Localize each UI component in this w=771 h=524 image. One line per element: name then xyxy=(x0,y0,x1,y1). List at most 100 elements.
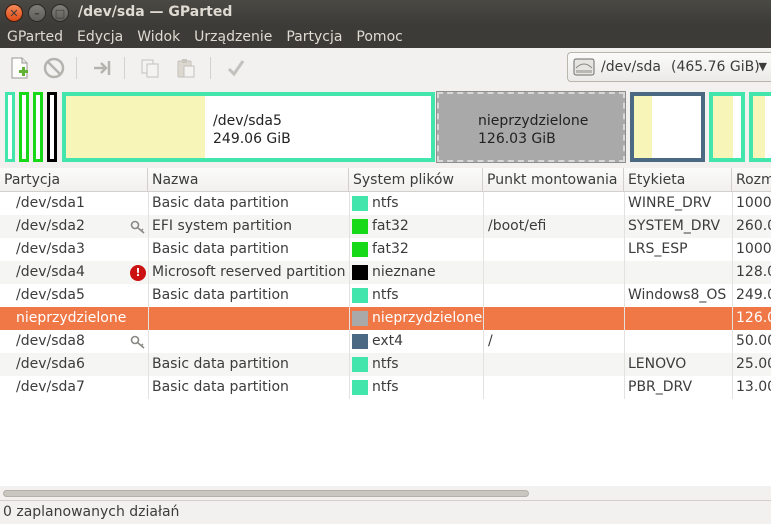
resize-move-icon xyxy=(94,61,111,75)
menu-bar: GParted Edycja Widok Urządzenie Partycja… xyxy=(0,26,771,48)
map-segment-sda2[interactable] xyxy=(19,92,29,162)
map-sda5-size: 249.06 GiB xyxy=(213,131,291,147)
cell-partition: /dev/sda5 xyxy=(16,287,85,303)
map-segment-sda1[interactable] xyxy=(5,92,15,162)
table-row[interactable]: /dev/sda7 Basic data partition ntfs PBR_DRV… xyxy=(0,376,771,399)
map-segment-sda5[interactable]: /dev/sda5 249.06 GiB xyxy=(62,92,435,162)
cell-name: Basic data partition xyxy=(152,356,289,372)
column-header-size[interactable]: Rozmiar xyxy=(732,168,771,192)
cell-size: 126.03 GiB xyxy=(736,310,771,326)
cell-size: 260.00 MiB xyxy=(736,218,771,234)
menu-device[interactable]: Urządzenie xyxy=(187,26,279,48)
status-bar: 0 zaplanowanych działań xyxy=(0,500,771,524)
partition-table: Partycja Nazwa System plików Punkt monto… xyxy=(0,168,771,486)
column-header-mountpoint[interactable]: Punkt montowania xyxy=(483,168,624,192)
maximize-window-button[interactable]: □ xyxy=(51,4,69,22)
apply-button[interactable] xyxy=(222,54,250,82)
cell-mountpoint xyxy=(488,261,623,284)
table-row[interactable]: /dev/sda6 Basic data partition ntfs LENOVO 2… xyxy=(0,353,771,376)
filesystem-color-swatch xyxy=(352,334,368,349)
paste-button[interactable] xyxy=(172,54,200,82)
used-space-bar xyxy=(66,96,205,158)
filesystem-color-swatch xyxy=(352,288,368,303)
cell-filesystem: fat32 xyxy=(372,218,409,234)
table-row[interactable]: /dev/sda4! Microsoft reserved partition ni… xyxy=(0,261,771,284)
map-segment-sda8[interactable] xyxy=(630,92,705,162)
cell-partition: /dev/sda8 xyxy=(16,333,85,349)
used-space-bar xyxy=(634,96,652,158)
menu-help[interactable]: Pomoc xyxy=(349,26,409,48)
menu-gparted[interactable]: GParted xyxy=(0,26,70,48)
cell-mountpoint: / xyxy=(488,333,493,349)
cell-filesystem: ntfs xyxy=(372,287,399,303)
cell-filesystem: ntfs xyxy=(372,356,399,372)
table-row[interactable]: /dev/sda8 ext4 / 50.00 GiB xyxy=(0,330,771,353)
table-row[interactable]: nieprzydzielone nieprzydzielone 126.03 GiB xyxy=(0,307,771,330)
cell-label: LRS_ESP xyxy=(628,241,688,257)
used-space-bar xyxy=(753,96,765,158)
map-unallocated-name: nieprzydzielone xyxy=(478,113,589,129)
map-segment-sda4[interactable] xyxy=(47,92,57,162)
map-segment-sda7[interactable] xyxy=(749,92,771,162)
new-partition-button[interactable] xyxy=(6,54,34,82)
column-header-name[interactable]: Nazwa xyxy=(148,168,349,192)
map-segment-sda3[interactable] xyxy=(33,92,43,162)
cell-name: Basic data partition xyxy=(152,379,289,395)
table-row[interactable]: /dev/sda2 EFI system partition fat32/boot/… xyxy=(0,215,771,238)
partition-map: /dev/sda5 249.06 GiB nieprzydzielone 126… xyxy=(0,88,771,166)
new-partition-icon xyxy=(11,57,28,79)
cell-label: Windows8_OS xyxy=(628,287,727,303)
cell-filesystem: ntfs xyxy=(372,195,399,211)
cell-label: WINRE_DRV xyxy=(628,195,712,211)
key-icon xyxy=(130,220,145,234)
cell-name: Basic data partition xyxy=(152,241,289,257)
map-segment-sda6[interactable] xyxy=(709,92,745,162)
copy-button[interactable] xyxy=(136,54,164,82)
close-icon: ✕ xyxy=(9,6,19,20)
delete-icon xyxy=(43,57,65,79)
map-sda5-name: /dev/sda5 xyxy=(213,113,282,129)
cell-mountpoint xyxy=(488,307,623,330)
delete-button[interactable] xyxy=(40,54,68,82)
column-divider xyxy=(148,192,149,399)
menu-edit[interactable]: Edycja xyxy=(70,26,130,48)
table-row[interactable]: /dev/sda5 Basic data partition ntfs Windows… xyxy=(0,284,771,307)
minimize-window-button[interactable]: – xyxy=(28,4,46,22)
map-segment-unallocated[interactable]: nieprzydzielone 126.03 GiB xyxy=(436,91,626,163)
menu-view[interactable]: Widok xyxy=(130,26,187,48)
column-header-label[interactable]: Etykieta xyxy=(624,168,732,192)
map-label-sda5: /dev/sda5 249.06 GiB xyxy=(213,112,291,148)
cell-partition: /dev/sda2 xyxy=(16,218,85,234)
cell-name xyxy=(152,307,349,330)
maximize-icon: □ xyxy=(54,6,66,20)
cell-partition: /dev/sda3 xyxy=(16,241,85,257)
cell-name: Basic data partition xyxy=(152,287,289,303)
title-bar: ✕ – □ /dev/sda — GParted xyxy=(0,0,771,26)
filesystem-color-swatch xyxy=(352,242,368,257)
table-row[interactable]: /dev/sda3 Basic data partition fat32 LRS_ES… xyxy=(0,238,771,261)
horizontal-scrollbar[interactable] xyxy=(0,486,771,500)
filesystem-color-swatch xyxy=(352,219,368,234)
error-icon: ! xyxy=(130,265,146,281)
table-row[interactable]: /dev/sda1 Basic data partition ntfs WINRE_D… xyxy=(0,192,771,215)
cell-filesystem: ntfs xyxy=(372,379,399,395)
device-selector[interactable]: /dev/sda (465.76 GiB) ▼ xyxy=(567,52,771,82)
cell-size: 50.00 GiB xyxy=(736,333,771,349)
status-text: 0 zaplanowanych działań xyxy=(3,504,180,520)
cell-size: 25.00 GiB xyxy=(736,356,771,372)
scrollbar-thumb[interactable] xyxy=(3,490,529,497)
column-header-filesystem[interactable]: System plików xyxy=(349,168,483,192)
menu-partition[interactable]: Partycja xyxy=(279,26,349,48)
device-size: (465.76 GiB) xyxy=(670,59,760,75)
chevron-down-icon: ▼ xyxy=(758,60,767,73)
cell-mountpoint xyxy=(488,353,623,376)
cell-mountpoint xyxy=(488,376,623,399)
window-title: /dev/sda — GParted xyxy=(78,4,233,20)
paste-icon xyxy=(177,59,195,78)
resize-move-button[interactable] xyxy=(88,54,116,82)
cell-size: 1000.00 MiB xyxy=(736,195,771,211)
close-window-button[interactable]: ✕ xyxy=(5,4,23,22)
filesystem-color-swatch xyxy=(352,357,368,372)
column-header-partition[interactable]: Partycja xyxy=(0,168,148,192)
cell-mountpoint xyxy=(488,238,623,261)
